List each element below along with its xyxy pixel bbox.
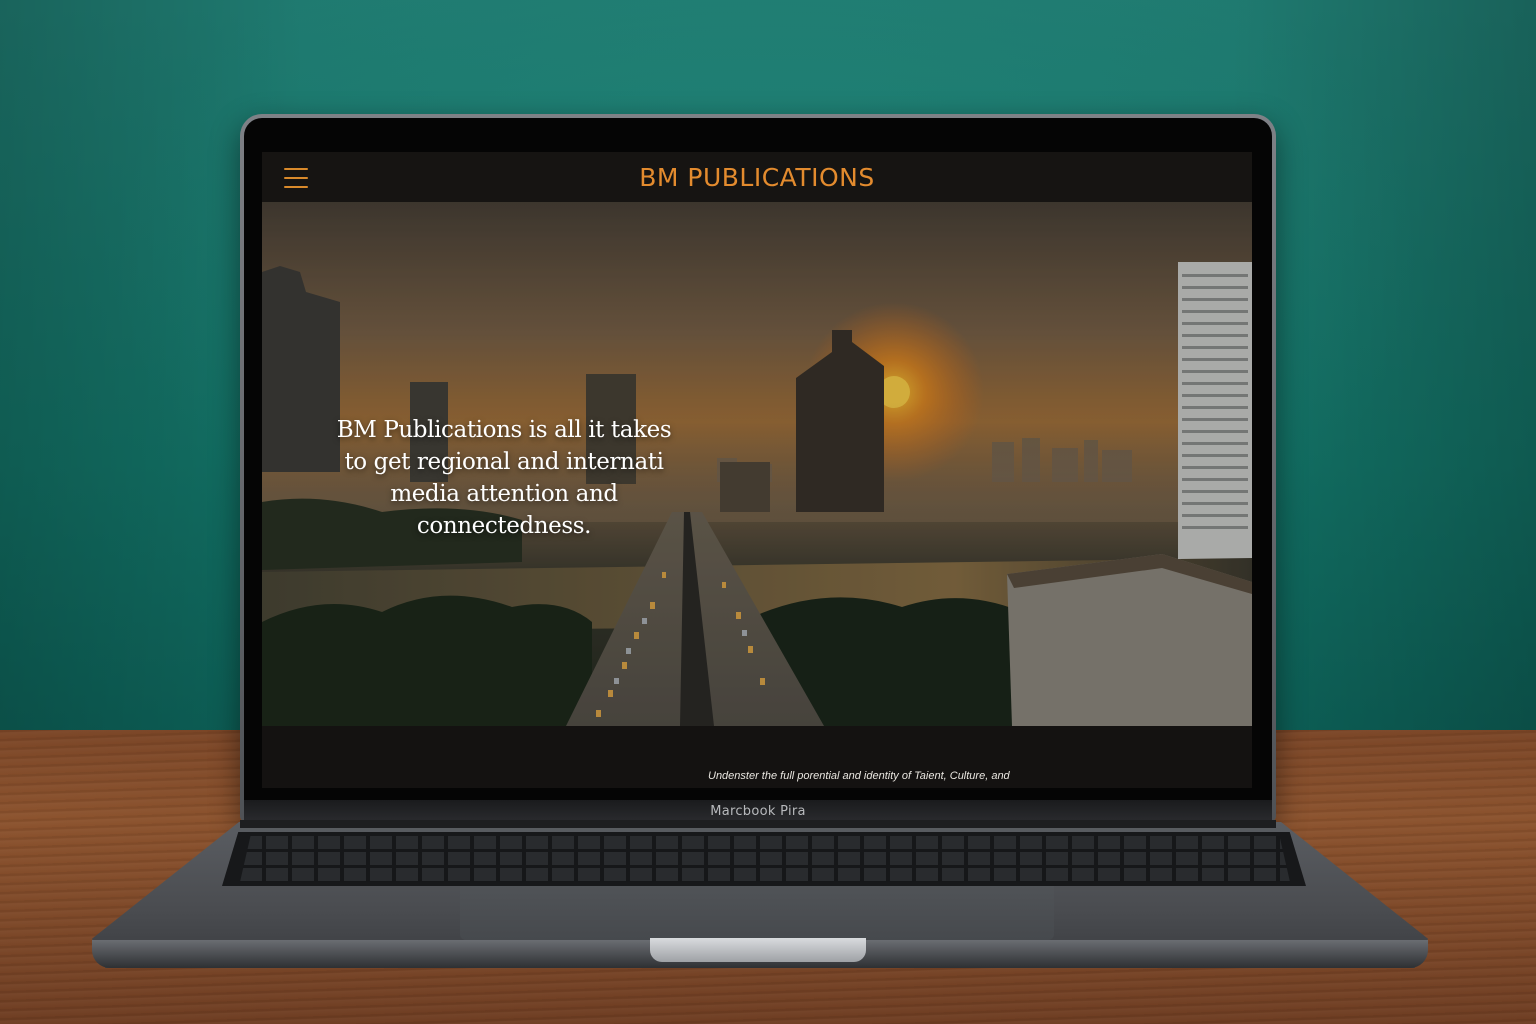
hero-headline: BM Publications is all it takes to get r… <box>336 417 672 539</box>
browser-screen: BM PUBLICATIONS BM Publications is all i… <box>262 152 1252 788</box>
device-label: Marcbook Pira <box>710 803 806 819</box>
intro-section: Undenster the full porential and identit… <box>262 726 1252 788</box>
hamburger-menu-icon[interactable] <box>284 168 308 188</box>
laptop-chin: Marcbook Pira <box>244 800 1272 822</box>
trackpad <box>460 886 1054 940</box>
lid-opening-notch <box>650 938 866 962</box>
site-header: BM PUBLICATIONS <box>262 152 1252 202</box>
keyboard-keys <box>240 836 1290 882</box>
site-logo[interactable]: BM PUBLICATIONS <box>639 163 875 192</box>
hero-section: BM Publications is all it takes to get r… <box>262 202 1252 726</box>
intro-tagline: Undenster the full porential and identit… <box>708 770 1010 782</box>
laptop-hinge <box>240 820 1276 828</box>
